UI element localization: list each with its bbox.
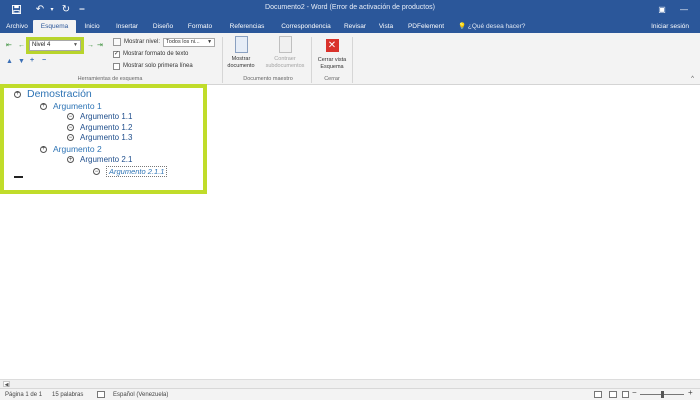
zoom-slider-thumb[interactable] xyxy=(661,391,664,398)
expand-symbol-icon[interactable]: + xyxy=(67,156,74,163)
tab-correspondencia[interactable]: Correspondencia xyxy=(276,20,336,33)
word-count[interactable]: 15 palabras xyxy=(52,391,83,399)
group-separator xyxy=(222,37,223,83)
promote-icon[interactable]: ← xyxy=(18,41,25,50)
outline-item-text: Argumento 2.1.1 xyxy=(106,166,168,177)
level-highlight-frame xyxy=(26,37,84,54)
outline-tools-group-label: Herramientas de esquema xyxy=(77,76,143,82)
collapse-symbol-icon[interactable]: − xyxy=(67,134,74,141)
move-up-icon[interactable]: ▲ xyxy=(6,57,13,66)
expand-symbol-icon[interactable]: + xyxy=(14,90,21,98)
outline-item[interactable]: − Argumento 1.2 xyxy=(67,123,132,132)
tab-diseno[interactable]: Diseño xyxy=(150,20,176,33)
ribbon: ⇤ ← Nivel 4 ▼ → ⇥ ▲ ▼ + − Mostrar nivel:… xyxy=(0,33,700,85)
tell-me-box[interactable]: 💡 ¿Qué desea hacer? xyxy=(458,20,525,33)
show-level-value: Todos los ni... xyxy=(166,38,200,45)
show-document-button[interactable]: Mostrar documento xyxy=(224,36,258,70)
collapse-symbol-icon[interactable]: − xyxy=(67,124,74,131)
promote-to-heading1-icon[interactable]: ⇤ xyxy=(6,41,12,50)
tab-insertar[interactable]: Insertar xyxy=(112,20,142,33)
collapse-subdocuments-icon xyxy=(278,36,292,53)
expand-icon[interactable]: + xyxy=(30,56,34,65)
collapse-symbol-icon[interactable]: − xyxy=(67,113,74,120)
outline-item[interactable]: + Argumento 1 xyxy=(40,101,102,111)
read-mode-icon[interactable] xyxy=(594,391,602,398)
title-bar: ↶ ▾ ↻ ═ Documento2 - Word (Error de acti… xyxy=(0,0,700,19)
show-text-formatting-label: Mostrar formato de texto xyxy=(123,51,189,57)
outline-item-text: Argumento 1.1 xyxy=(80,112,133,121)
print-layout-icon[interactable] xyxy=(609,391,617,398)
minimize-icon[interactable]: — xyxy=(676,2,692,17)
collapse-icon[interactable]: − xyxy=(42,56,46,65)
show-level-icon xyxy=(113,38,121,46)
outline-item[interactable]: − Argumento 1.1 xyxy=(67,112,132,121)
close-outline-view-button[interactable]: ✕ Cerrar vista Esquema xyxy=(313,36,351,71)
body-text-marker[interactable] xyxy=(14,176,23,178)
sign-in-link[interactable]: Iniciar sesión xyxy=(651,20,689,33)
show-text-formatting-checkbox[interactable]: ✓ xyxy=(113,50,120,58)
collapse-subdocuments-button[interactable]: Contraer subdocumentos xyxy=(259,36,311,70)
tab-pdfelement[interactable]: PDFelement xyxy=(406,20,446,33)
show-first-line-label: Mostrar solo primera línea xyxy=(123,63,193,69)
demote-to-body-icon[interactable]: ⇥ xyxy=(97,41,103,50)
lightbulb-icon: 💡 xyxy=(458,23,467,30)
tab-inicio[interactable]: Inicio xyxy=(80,20,104,33)
outline-item[interactable]: − Argumento 1.3 xyxy=(67,133,132,142)
show-document-icon xyxy=(234,36,248,53)
show-first-line-row[interactable]: Mostrar solo primera línea xyxy=(113,61,193,71)
master-document-group-label: Documento maestro xyxy=(243,76,293,82)
close-group-label: Cerrar xyxy=(324,76,340,82)
horizontal-scrollbar[interactable]: ◀ xyxy=(0,379,700,388)
show-first-line-checkbox[interactable] xyxy=(113,62,120,70)
proofing-icon[interactable] xyxy=(97,391,105,398)
tab-esquema[interactable]: Esquema xyxy=(33,20,76,33)
outline-item[interactable]: + Argumento 2 xyxy=(40,144,102,154)
ribbon-tabs: Archivo Esquema Inicio Insertar Diseño F… xyxy=(0,19,700,33)
outline-item[interactable]: + Argumento 2.1 xyxy=(67,155,132,164)
expand-symbol-icon[interactable]: + xyxy=(40,102,47,110)
tab-referencias[interactable]: Referencias xyxy=(225,20,269,33)
outline-item-text: Argumento 2.1 xyxy=(80,155,133,164)
tab-archivo[interactable]: Archivo xyxy=(2,20,32,33)
tab-revisar[interactable]: Revisar xyxy=(342,20,368,33)
page-count[interactable]: Página 1 de 1 xyxy=(5,391,42,399)
show-text-formatting-row[interactable]: ✓ Mostrar formato de texto xyxy=(113,49,188,59)
tell-me-text: ¿Qué desea hacer? xyxy=(467,23,526,30)
demote-icon[interactable]: → xyxy=(87,41,94,50)
zoom-in-icon[interactable]: + xyxy=(688,389,693,397)
collapse-ribbon-icon[interactable]: ^ xyxy=(691,76,694,82)
outline-item-text: Demostración xyxy=(27,88,92,100)
show-level-row: Mostrar nivel: Todos los ni... ▼ xyxy=(113,37,216,47)
close-outline-view-label: Cerrar vista Esquema xyxy=(317,57,347,70)
tab-formato[interactable]: Formato xyxy=(185,20,215,33)
move-down-icon[interactable]: ▼ xyxy=(18,57,25,66)
tab-vista[interactable]: Vista xyxy=(376,20,396,33)
show-document-label: Mostrar documento xyxy=(227,56,255,69)
expand-symbol-icon[interactable]: + xyxy=(40,145,47,153)
show-level-select[interactable]: Todos los ni... ▼ xyxy=(163,37,216,47)
group-separator xyxy=(311,37,312,83)
language[interactable]: Español (Venezuela) xyxy=(113,391,168,399)
outline-item-text: Argumento 1.2 xyxy=(80,123,133,132)
scroll-left-icon[interactable]: ◀ xyxy=(3,381,10,388)
ribbon-display-icon[interactable]: ▣ xyxy=(654,2,670,17)
outline-item[interactable]: + Demostración xyxy=(14,88,92,100)
group-separator xyxy=(352,37,353,83)
web-layout-icon[interactable] xyxy=(622,391,629,398)
collapse-subdocuments-label: Contraer subdocumentos xyxy=(265,56,305,69)
outline-item-text: Argumento 1 xyxy=(53,101,102,111)
outline-item-text: Argumento 2 xyxy=(53,144,102,154)
collapse-symbol-icon[interactable]: − xyxy=(93,168,100,175)
status-bar: Página 1 de 1 15 palabras Español (Venez… xyxy=(0,388,700,400)
window-title: Documento2 - Word (Error de activación d… xyxy=(265,4,435,11)
zoom-out-icon[interactable]: − xyxy=(632,389,637,397)
close-icon: ✕ xyxy=(325,39,339,52)
outline-item[interactable]: − Argumento 2.1.1 xyxy=(93,166,168,177)
chevron-down-icon: ▼ xyxy=(207,38,213,45)
outline-item-text: Argumento 1.3 xyxy=(80,133,133,142)
show-level-label: Mostrar nivel: xyxy=(124,39,161,45)
